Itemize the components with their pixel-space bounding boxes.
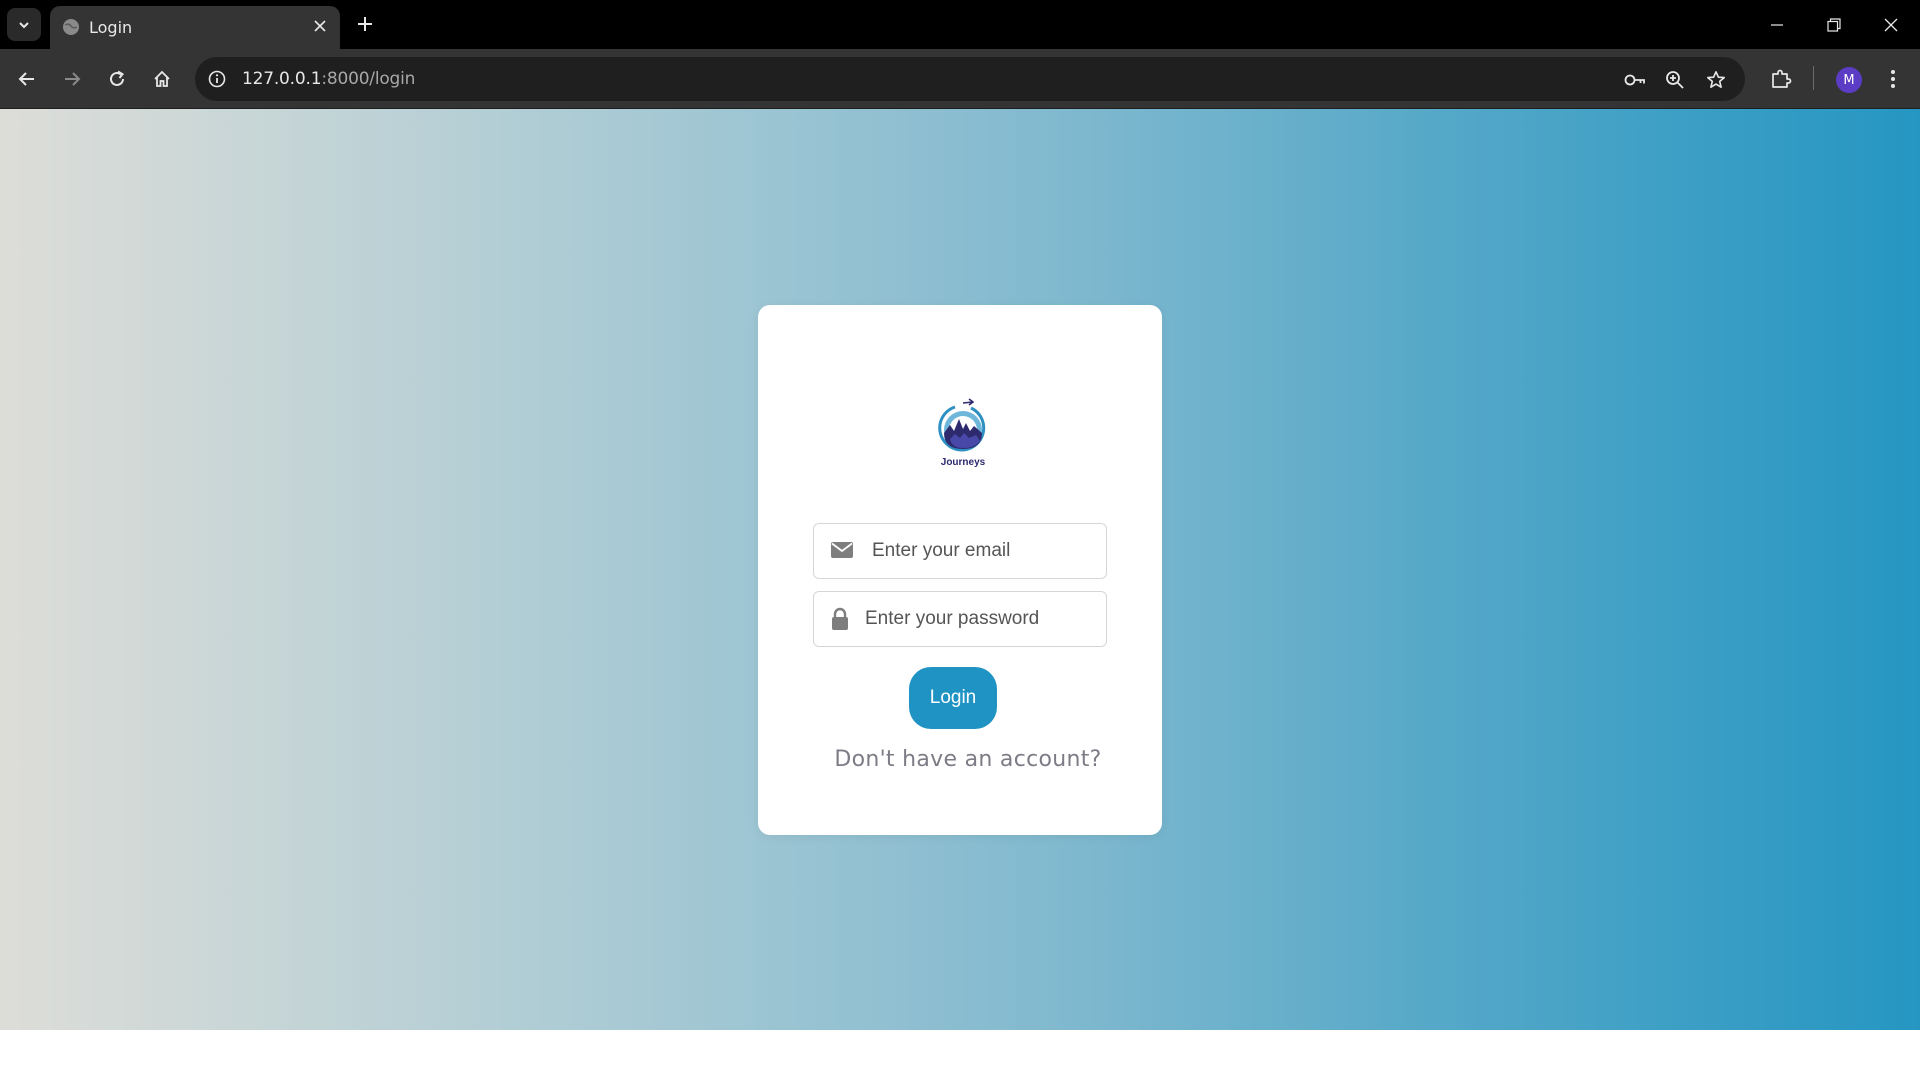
url-path: :8000/login [321,69,416,89]
login-button[interactable]: Login [909,667,997,729]
watermark-subtitle: Go to Settings to activate Windows. [1554,1068,1823,1087]
active-tab[interactable]: Login [50,6,340,49]
tab-title: Login [89,18,133,37]
password-input[interactable] [863,592,1101,646]
url-host: 127.0.0.1 [242,69,322,89]
globe-icon [63,19,79,35]
extensions-icon[interactable] [1765,63,1797,95]
close-window-icon[interactable] [1876,10,1906,40]
journeys-logo: Journeys [933,395,993,475]
menu-dots-icon[interactable] [1877,63,1909,95]
email-input[interactable] [870,524,1100,578]
tab-strip: Login [0,0,1920,49]
url-text: 127.0.0.1:8000/login [242,69,415,89]
restore-icon[interactable] [1819,10,1849,40]
windows-activation-watermark: Activate Windows Go to Settings to activ… [1554,1033,1822,1088]
login-card: Journeys Login Don't have an account? [758,305,1162,835]
password-field[interactable] [813,591,1107,647]
email-field[interactable] [813,523,1107,579]
chevron-down-icon [19,21,29,28]
home-icon[interactable] [146,63,178,95]
reload-icon[interactable] [101,63,133,95]
bookmark-star-icon[interactable] [1703,67,1729,93]
forward-icon[interactable] [56,63,88,95]
envelope-icon [830,540,854,560]
address-bar[interactable]: 127.0.0.1:8000/login [195,57,1745,101]
page-background: Journeys Login Don't have an account? Ac… [0,109,1920,1087]
back-icon[interactable] [11,63,43,95]
minimize-icon[interactable] [1762,10,1792,40]
zoom-icon[interactable] [1662,67,1688,93]
logo-text: Journeys [940,457,986,468]
browser-toolbar: 127.0.0.1:8000/login [0,49,1920,109]
lock-icon [830,607,850,631]
signup-link[interactable]: Don't have an account? [758,747,1178,772]
tab-search-button[interactable] [7,8,41,41]
logo-mark-icon [938,398,986,452]
close-tab-icon[interactable] [310,16,330,36]
site-info-icon[interactable] [205,67,229,91]
toolbar-divider [1813,66,1814,90]
password-key-icon[interactable] [1622,67,1648,93]
profile-avatar[interactable]: M [1836,67,1862,93]
new-tab-icon[interactable] [353,12,377,36]
watermark-title: Activate Windows [1554,1033,1752,1061]
